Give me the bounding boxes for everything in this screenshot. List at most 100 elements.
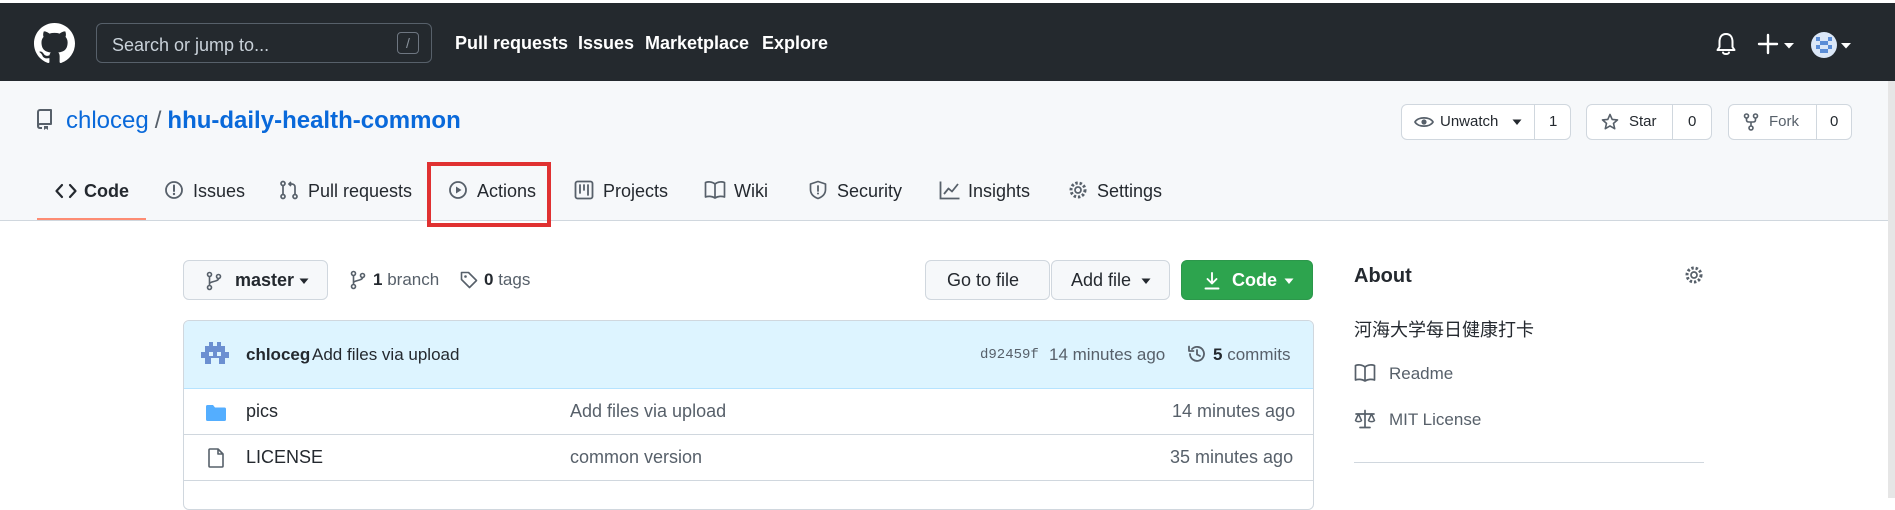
tags-link[interactable]: 0 tags xyxy=(484,270,530,290)
fork-count[interactable]: 0 xyxy=(1816,104,1852,140)
nav-explore[interactable]: Explore xyxy=(762,33,828,54)
file-browser: chloceg Add files via upload d92459f 14 … xyxy=(183,320,1314,510)
watch-label: Unwatch xyxy=(1440,113,1499,130)
book-icon xyxy=(704,181,726,199)
tag-count: 0 xyxy=(484,270,494,289)
commit-time[interactable]: 14 minutes ago xyxy=(1049,345,1165,365)
file-name[interactable]: pics xyxy=(246,401,278,422)
code-dropdown-button[interactable]: Code xyxy=(1181,260,1313,300)
create-caret-down-icon[interactable] xyxy=(1783,42,1795,50)
watch-button[interactable]: Unwatch xyxy=(1401,104,1540,140)
plus-icon[interactable] xyxy=(1757,32,1779,56)
fork-icon xyxy=(1743,113,1759,131)
issue-opened-icon xyxy=(165,181,183,199)
file-icon xyxy=(208,448,224,468)
tab-wiki[interactable]: Wiki xyxy=(734,181,768,202)
commit-message[interactable]: Add files via upload xyxy=(312,345,459,365)
download-icon xyxy=(1204,272,1220,290)
gear-icon xyxy=(1069,181,1087,199)
commit-author[interactable]: chloceg xyxy=(246,345,310,365)
avatar-caret-down-icon[interactable] xyxy=(1840,42,1852,50)
license-link[interactable]: MIT License xyxy=(1389,410,1481,430)
file-row[interactable]: pics Add files via upload 14 minutes ago xyxy=(184,388,1313,435)
nav-marketplace[interactable]: Marketplace xyxy=(645,33,749,54)
file-name[interactable]: LICENSE xyxy=(246,447,323,468)
global-header: Search or jump to... / Pull requests Iss… xyxy=(0,0,1895,81)
fork-label: Fork xyxy=(1769,113,1799,130)
latest-commit-bar: chloceg Add files via upload d92459f 14 … xyxy=(184,321,1313,389)
project-board-icon xyxy=(574,180,594,200)
add-file-label: Add file xyxy=(1071,270,1132,290)
go-to-file-label: Go to file xyxy=(947,270,1020,290)
active-tab-underline xyxy=(37,218,146,220)
star-count-value: 0 xyxy=(1688,113,1697,130)
vertical-scrollbar[interactable] xyxy=(1888,81,1895,498)
code-caret-down-icon xyxy=(1284,278,1294,284)
tab-issues[interactable]: Issues xyxy=(193,181,245,202)
branches-icon xyxy=(350,270,366,290)
tab-pull-requests[interactable]: Pull requests xyxy=(308,181,412,202)
git-branch-icon xyxy=(206,271,222,291)
graph-icon xyxy=(939,181,960,200)
tab-projects[interactable]: Projects xyxy=(603,181,668,202)
fork-count-value: 0 xyxy=(1830,113,1839,130)
tab-insights[interactable]: Insights xyxy=(968,181,1030,202)
tag-icon xyxy=(460,271,478,289)
file-commit-time: 14 minutes ago xyxy=(1172,401,1296,421)
repo-title: chloceg / hhu-daily-health-common xyxy=(66,107,461,135)
branch-caret-down-icon xyxy=(299,278,309,284)
search-input[interactable]: Search or jump to... / xyxy=(96,23,432,63)
star-icon xyxy=(1601,113,1619,130)
watch-caret-down-icon xyxy=(1512,119,1522,125)
book-icon xyxy=(1354,364,1376,382)
user-avatar[interactable] xyxy=(1811,32,1837,58)
repository-header: chloceg / hhu-daily-health-common Unwatch … xyxy=(0,81,1895,221)
file-row[interactable]: LICENSE common version 35 minutes ago xyxy=(184,434,1313,481)
nav-issues[interactable]: Issues xyxy=(578,33,634,54)
repo-title-separator: / xyxy=(154,107,162,134)
tag-label: tags xyxy=(498,270,531,289)
file-commit-time: 35 minutes ago xyxy=(1170,447,1294,467)
tab-settings[interactable]: Settings xyxy=(1097,181,1162,202)
nav-pull-requests[interactable]: Pull requests xyxy=(455,33,568,54)
repo-icon xyxy=(37,109,52,130)
commit-count: 5 xyxy=(1213,345,1223,364)
fork-button[interactable]: Fork xyxy=(1728,104,1817,140)
watch-count[interactable]: 1 xyxy=(1534,104,1571,140)
folder-icon xyxy=(206,405,226,421)
github-logo-icon[interactable] xyxy=(34,23,75,64)
slash-shortcut-key: / xyxy=(397,32,419,54)
eye-icon xyxy=(1414,116,1434,128)
about-settings-gear-icon[interactable] xyxy=(1684,265,1704,285)
commit-sha[interactable]: d92459f xyxy=(980,347,1039,363)
code-button-label: Code xyxy=(1232,270,1277,290)
watch-count-value: 1 xyxy=(1549,113,1558,130)
avatar-identicon-icon xyxy=(1816,37,1832,53)
readme-link[interactable]: Readme xyxy=(1389,364,1453,384)
add-file-button[interactable]: Add file xyxy=(1051,260,1170,300)
add-file-caret-down-icon xyxy=(1141,278,1151,284)
branch-count: 1 xyxy=(373,270,383,289)
branch-select-button[interactable]: master xyxy=(183,260,328,300)
go-to-file-button[interactable]: Go to file xyxy=(925,260,1050,300)
actions-tab-highlight xyxy=(427,162,551,227)
file-commit-message[interactable]: Add files via upload xyxy=(570,401,726,422)
branch-name: master xyxy=(235,270,295,290)
repo-name-link[interactable]: hhu-daily-health-common xyxy=(167,107,460,134)
bell-icon[interactable] xyxy=(1715,32,1737,56)
star-label: Star xyxy=(1629,113,1657,130)
history-icon xyxy=(1188,345,1205,362)
commit-count-link[interactable]: 5 commits xyxy=(1213,345,1290,365)
tab-security[interactable]: Security xyxy=(837,181,902,202)
about-heading: About xyxy=(1354,265,1412,287)
star-count[interactable]: 0 xyxy=(1672,104,1712,140)
pull-request-icon xyxy=(280,180,298,200)
commit-author-avatar[interactable] xyxy=(201,340,229,368)
about-divider xyxy=(1354,462,1704,463)
commit-count-label: commits xyxy=(1227,345,1291,364)
repo-owner-link[interactable]: chloceg xyxy=(66,107,149,134)
tab-code[interactable]: Code xyxy=(84,181,129,202)
branches-link[interactable]: 1 branch xyxy=(373,270,439,290)
file-commit-message[interactable]: common version xyxy=(570,447,702,468)
star-button[interactable]: Star xyxy=(1586,104,1673,140)
